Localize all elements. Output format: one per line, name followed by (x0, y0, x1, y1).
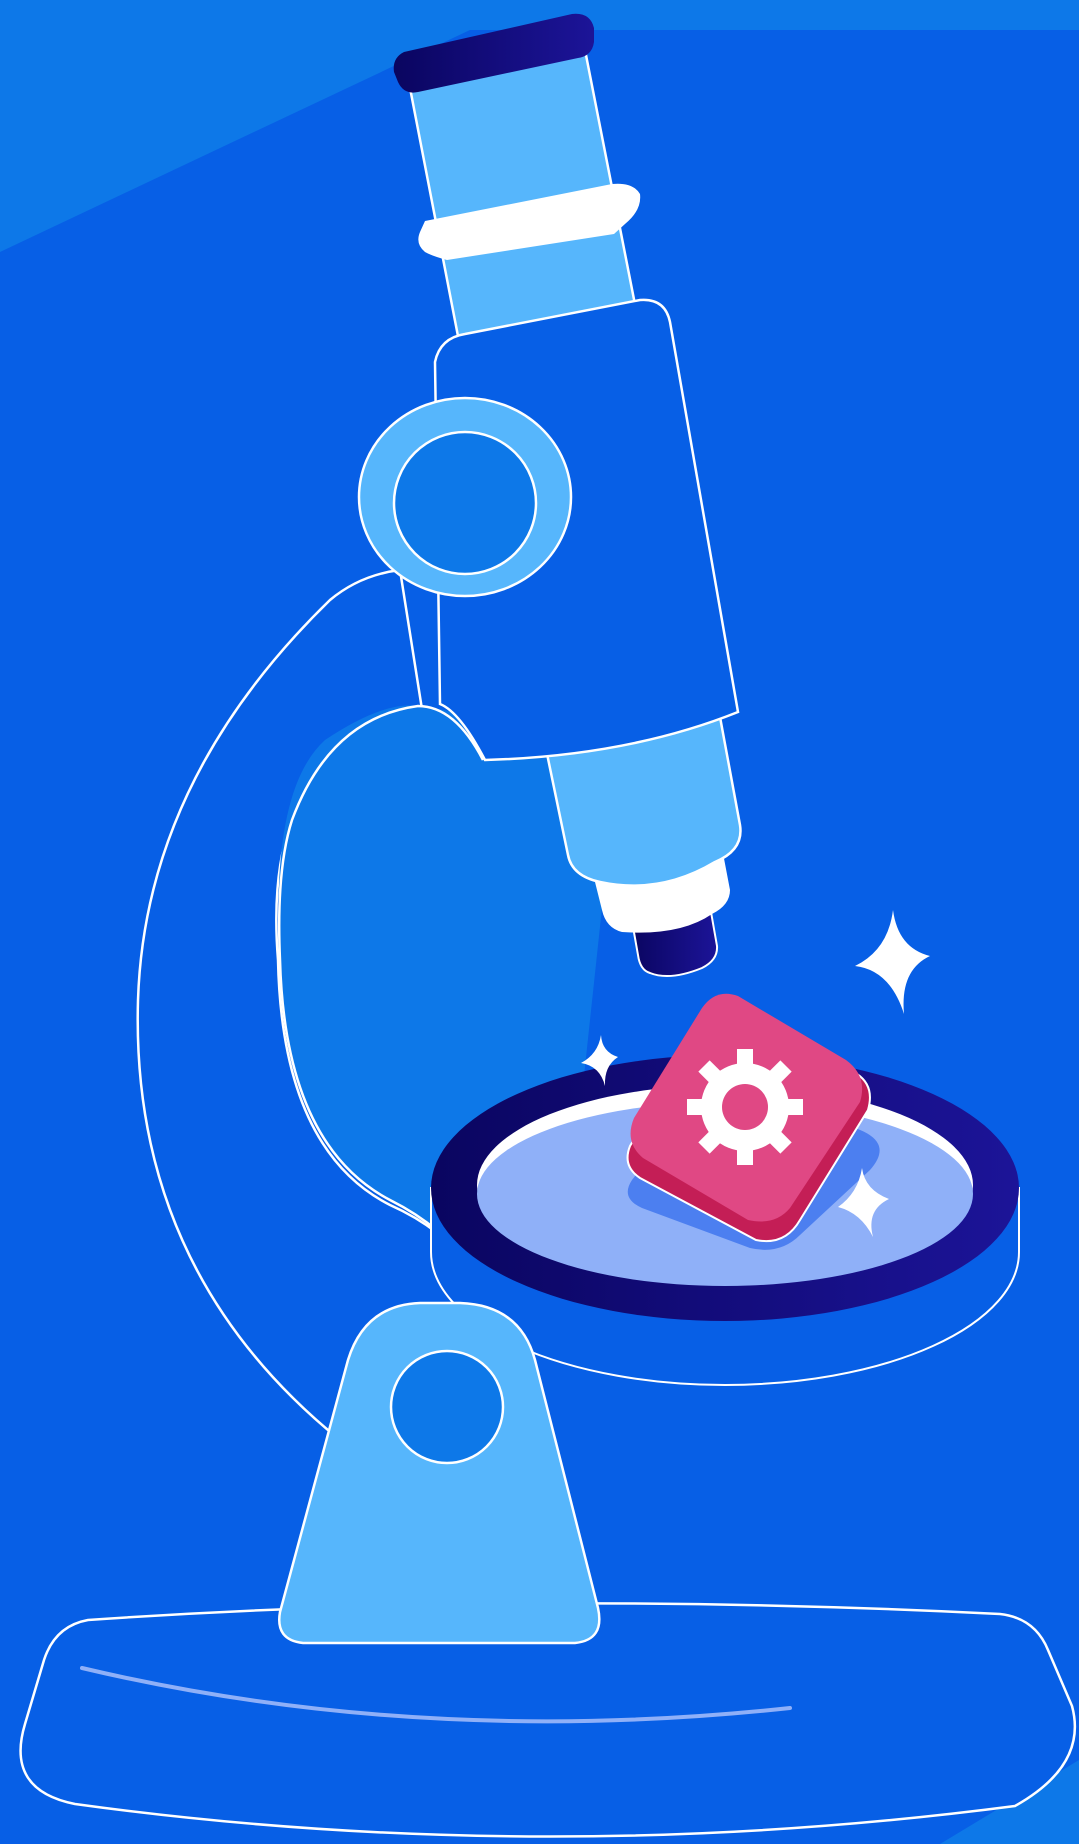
gear-icon (687, 1049, 803, 1165)
microscope-illustration (0, 0, 1079, 1844)
illustration-canvas (0, 0, 1079, 1844)
pillar-knob (389, 1349, 505, 1465)
focus-knob-inner (392, 430, 538, 576)
